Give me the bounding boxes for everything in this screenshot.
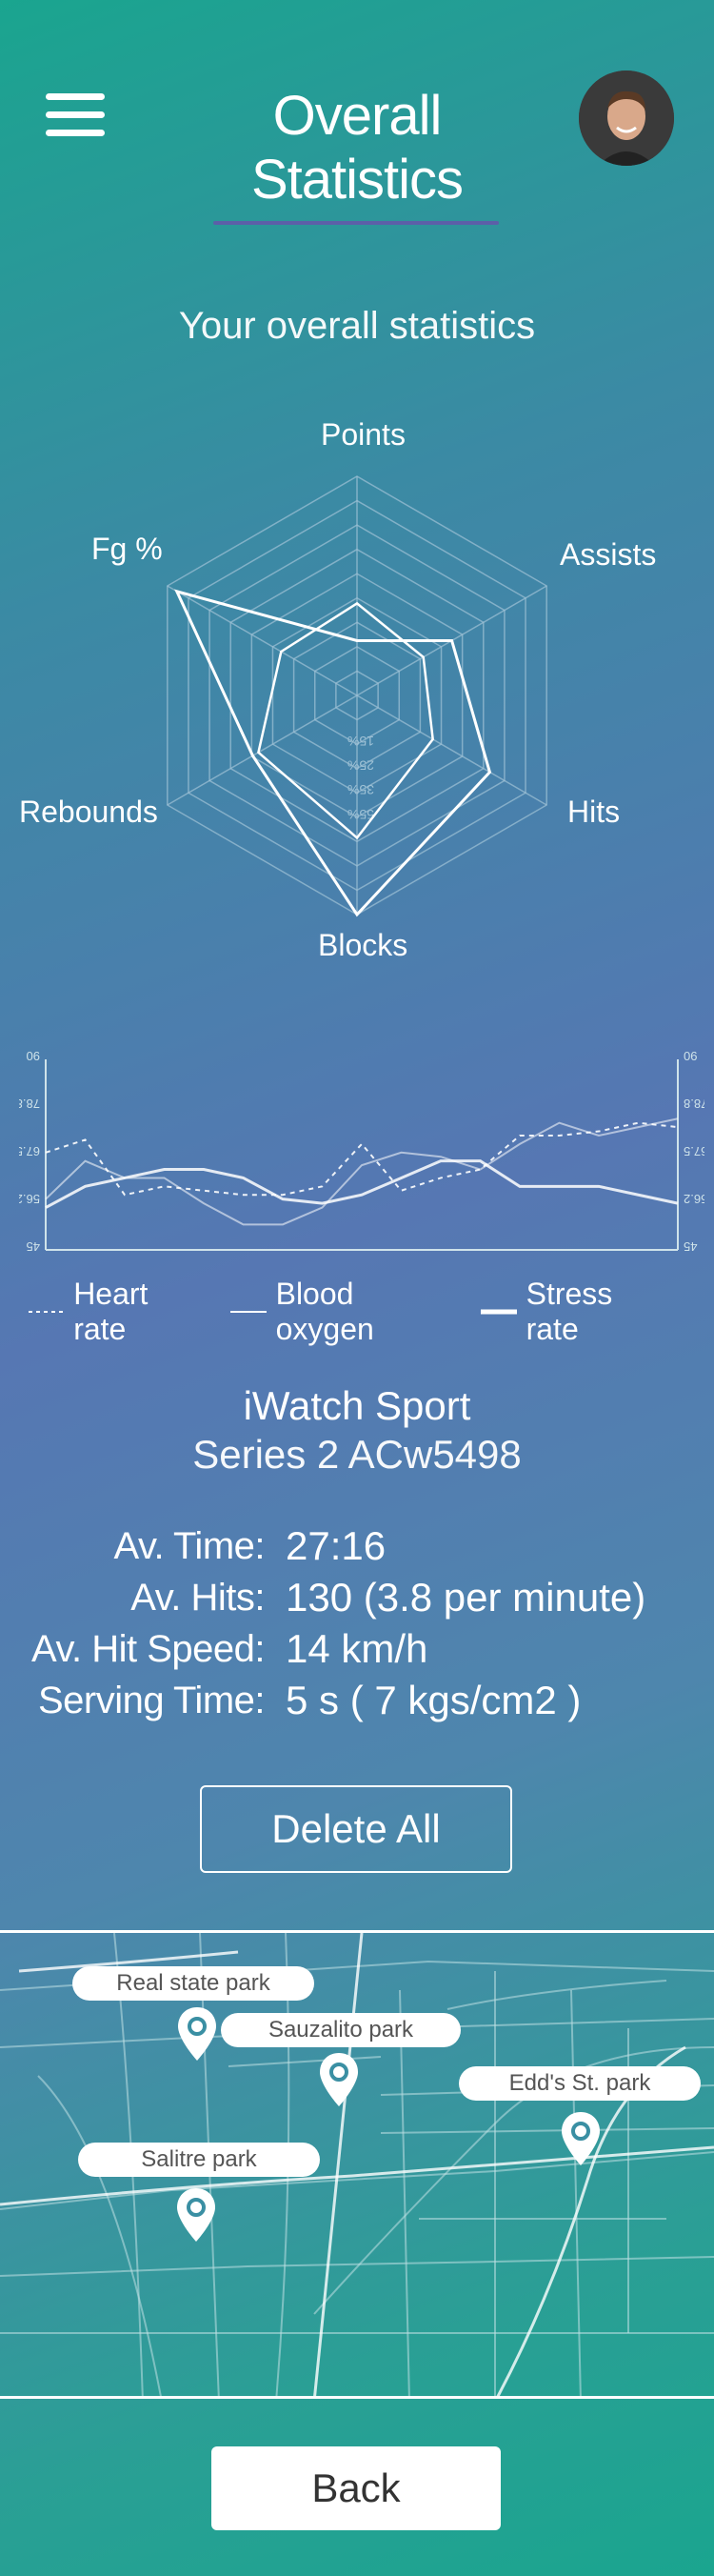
legend-item-heart-rate: Heart rate xyxy=(29,1277,206,1347)
legend-label: Stress rate xyxy=(526,1277,613,1346)
line-chart: 90 90 78.8 78.8 67.5 67.5 56.2 56.2 45 45 xyxy=(16,1048,708,1267)
legend-label: Heart rate xyxy=(73,1277,149,1346)
radar-label-points: Points xyxy=(321,417,406,452)
user-avatar[interactable] xyxy=(579,70,674,166)
stat-label: Av. Time: xyxy=(113,1524,265,1567)
series-line-stress-rate xyxy=(45,1159,679,1209)
stats-list: Av. Time: 27:16 Av. Hits: 130 (3.8 per m… xyxy=(0,1520,714,1726)
map-pin-icon[interactable] xyxy=(560,2110,602,2167)
series-line-heart-rate xyxy=(45,1121,679,1197)
legend-item-stress-rate: Stress rate xyxy=(481,1277,670,1347)
stat-label: Av. Hits: xyxy=(130,1576,265,1619)
parks-map[interactable]: Real state park Sauzalito park Edd's St.… xyxy=(0,1930,714,2399)
y-tick-label: 45 xyxy=(27,1239,40,1254)
map-pin-icon[interactable] xyxy=(175,2186,217,2244)
y-tick-label: 45 xyxy=(684,1239,697,1254)
park-label-sauzalito[interactable]: Sauzalito park xyxy=(221,2013,461,2047)
radar-axis-line xyxy=(167,694,358,806)
y-tick-label: 56.2 xyxy=(684,1192,704,1206)
radar-label-rebounds: Rebounds xyxy=(19,795,158,829)
page-title: Overall Statistics xyxy=(250,85,464,211)
title-underline xyxy=(213,221,499,225)
y-tick-label: 67.5 xyxy=(19,1144,40,1158)
legend-label: Blood oxygen xyxy=(275,1277,374,1346)
radar-ring-label: 15% xyxy=(347,734,374,749)
chart-legend: Heart rate Blood oxygen Stress rate xyxy=(29,1277,695,1347)
stat-value: 27:16 xyxy=(286,1523,387,1568)
y-tick-label: 90 xyxy=(27,1049,40,1063)
radar-label-blocks: Blocks xyxy=(318,928,408,962)
stat-label: Serving Time: xyxy=(37,1679,266,1721)
radar-label-hits: Hits xyxy=(567,795,621,829)
stat-value: 14 km/h xyxy=(286,1626,428,1671)
delete-all-button[interactable]: Delete All xyxy=(200,1785,512,1873)
y-tick-label: 67.5 xyxy=(684,1144,704,1158)
y-tick-label: 78.8 xyxy=(19,1097,40,1111)
back-button[interactable]: Back xyxy=(211,2446,501,2530)
device-name: iWatch Sport xyxy=(243,1383,471,1428)
hamburger-menu-icon[interactable] xyxy=(46,93,105,139)
map-pin-icon[interactable] xyxy=(318,2051,360,2108)
radar-series-outer xyxy=(174,589,492,917)
stat-value: 5 s ( 7 kgs/cm2 ) xyxy=(286,1678,582,1722)
radar-axis-line xyxy=(356,694,547,806)
park-label-edds-st[interactable]: Edd's St. park xyxy=(459,2066,701,2101)
series-line-blood-oxygen xyxy=(45,1117,679,1226)
y-tick-label: 78.8 xyxy=(684,1097,704,1111)
stat-row-av-hits: Av. Hits: 130 (3.8 per minute) xyxy=(0,1572,714,1623)
radar-label-assists: Assists xyxy=(560,537,657,572)
y-tick-label: 90 xyxy=(684,1049,697,1063)
legend-item-blood-oxygen: Blood oxygen xyxy=(230,1277,456,1347)
radar-ring-label: 35% xyxy=(347,782,374,797)
device-series: Series 2 ACw5498 xyxy=(192,1432,522,1477)
radar-label-fg: Fg % xyxy=(91,532,163,566)
section-subtitle: Your overall statistics xyxy=(178,305,536,347)
radar-axis-line xyxy=(167,585,358,696)
park-label-real-state[interactable]: Real state park xyxy=(72,1966,314,2001)
stat-value: 130 (3.8 per minute) xyxy=(286,1575,646,1620)
stat-row-av-time: Av. Time: 27:16 xyxy=(0,1520,714,1572)
map-pin-icon[interactable] xyxy=(176,2005,218,2063)
y-tick-label: 56.2 xyxy=(19,1192,40,1206)
radar-chart: 15% 25% 35% 55% Points Assists Hits Blocks … xyxy=(0,400,714,972)
stat-label: Av. Hit Speed: xyxy=(31,1627,266,1670)
stat-row-serving-time: Serving Time: 5 s ( 7 kgs/cm2 ) xyxy=(0,1675,714,1726)
radar-ring-label: 25% xyxy=(347,758,374,774)
park-label-salitre[interactable]: Salitre park xyxy=(78,2143,320,2177)
stat-row-av-hit-speed: Av. Hit Speed: 14 km/h xyxy=(0,1623,714,1675)
